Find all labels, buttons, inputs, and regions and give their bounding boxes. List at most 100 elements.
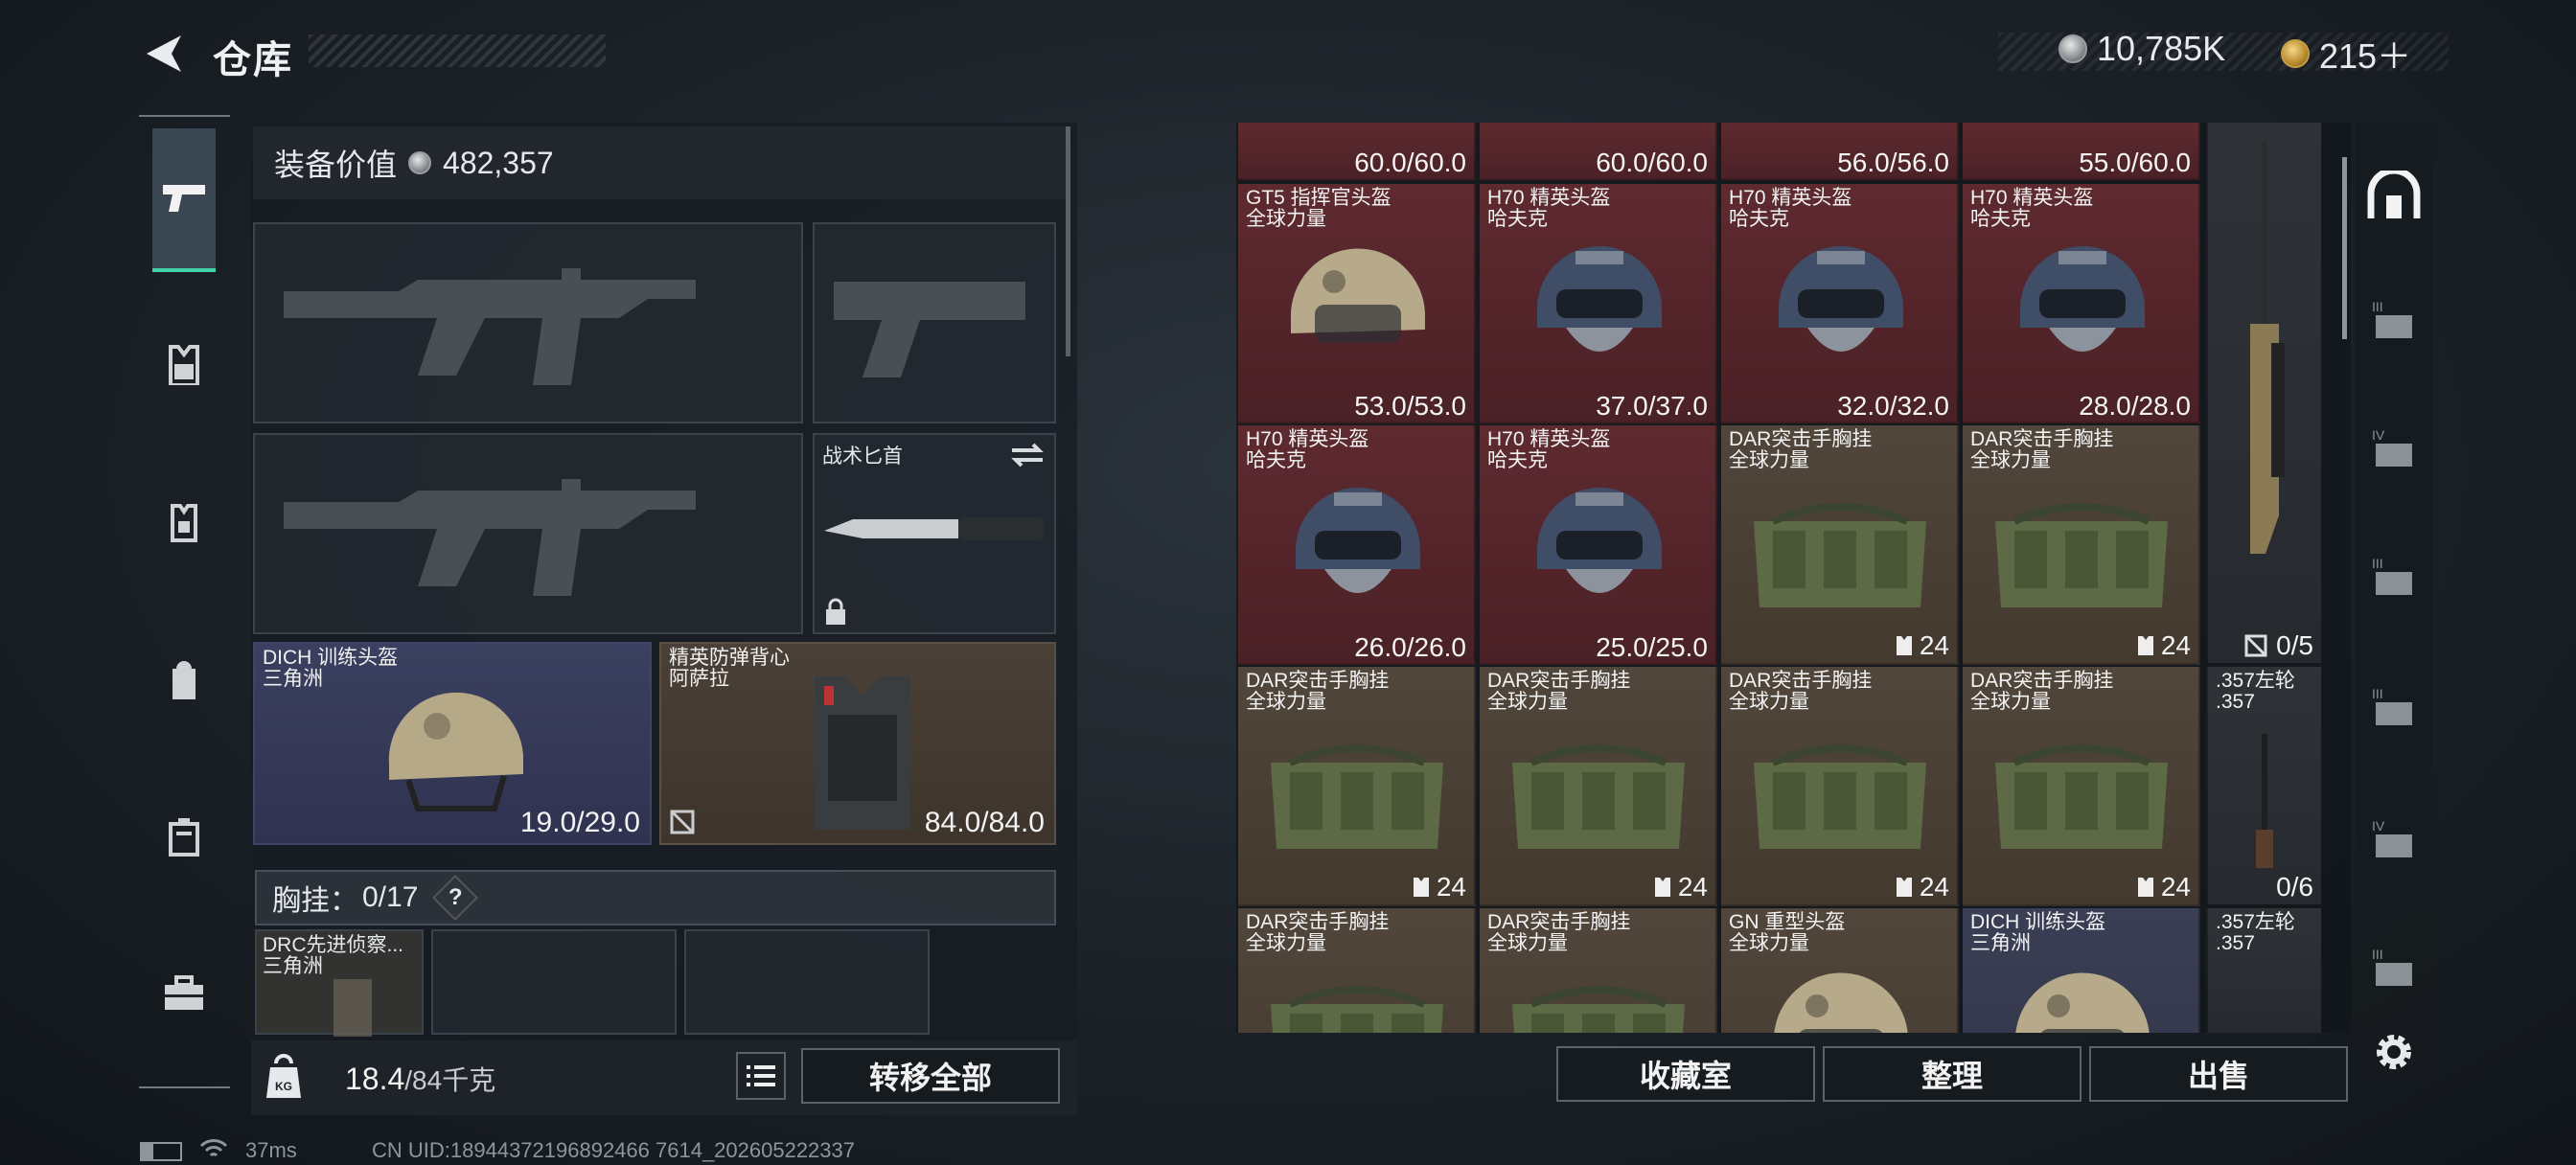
tab-all-storage[interactable] bbox=[2367, 169, 2421, 222]
item-durability: 28.0/28.0 bbox=[2079, 391, 2191, 421]
inventory-cell[interactable]: DAR突击手胸挂 全球力量 24 bbox=[1963, 425, 2200, 665]
help-icon[interactable]: ? bbox=[432, 874, 479, 922]
case-tab-icon: III bbox=[2372, 556, 2412, 595]
case-tab-icon: III bbox=[2372, 686, 2412, 725]
weapon-cell-sniper[interactable]: 0/5 bbox=[2206, 123, 2321, 663]
toolbox-icon bbox=[165, 975, 203, 1010]
inventory-scrollbar[interactable] bbox=[2342, 157, 2347, 339]
item-thumbnail bbox=[1518, 464, 1681, 631]
navy-helmet-icon bbox=[1537, 246, 1662, 352]
tab-storage-7[interactable]: IV bbox=[2367, 812, 2421, 866]
item-capacity: 24 bbox=[2136, 630, 2191, 661]
inventory-cell[interactable]: DAR突击手胸挂 全球力量 24 bbox=[1721, 425, 1959, 665]
gold-currency[interactable]: 215＋ bbox=[2281, 29, 2411, 79]
item-thumbnail bbox=[1760, 222, 1922, 390]
inventory-cell[interactable]: 60.0/60.0 bbox=[1480, 123, 1717, 180]
armor-slot[interactable]: 精英防弹背心 阿萨拉 84.0/84.0 bbox=[659, 642, 1056, 845]
inventory-cell[interactable]: DICH 训练头盔 三角洲 bbox=[1963, 908, 2200, 1033]
tab-storage-6[interactable]: III bbox=[2367, 680, 2421, 734]
svg-text:IV: IV bbox=[2372, 427, 2385, 443]
back-button[interactable] bbox=[134, 27, 192, 80]
nav-backpack[interactable] bbox=[152, 650, 216, 713]
inventory-cell[interactable]: GN 重型头盔 全球力量 bbox=[1721, 908, 1959, 1033]
pistol-icon bbox=[163, 185, 205, 212]
swap-icon[interactable] bbox=[1010, 441, 1045, 469]
weapon-name: .357左轮 .357 bbox=[2216, 911, 2295, 954]
nav-chest-rig[interactable] bbox=[152, 333, 216, 397]
inventory-cell[interactable]: DAR突击手胸挂 全球力量 bbox=[1238, 908, 1476, 1033]
inventory-cell[interactable]: 56.0/56.0 bbox=[1721, 123, 1959, 180]
item-thumbnail bbox=[1503, 734, 1694, 863]
transfer-all-button[interactable]: 转移全部 bbox=[801, 1048, 1060, 1104]
tab-storage-3[interactable]: III bbox=[2367, 293, 2421, 347]
nav-container[interactable] bbox=[152, 805, 216, 868]
inventory-cell[interactable]: 60.0/60.0 bbox=[1238, 123, 1476, 180]
tab-storage-5[interactable]: III bbox=[2367, 550, 2421, 604]
secondary-weapon-slot[interactable] bbox=[253, 433, 803, 634]
nav-armor[interactable] bbox=[152, 491, 216, 554]
inventory-cell[interactable]: H70 精英头盔 哈夫克 28.0/28.0 bbox=[1963, 184, 2200, 423]
item-thumbnail bbox=[1744, 492, 1936, 622]
item-thumbnail bbox=[1518, 222, 1681, 390]
inventory-cell[interactable]: DAR突击手胸挂 全球力量 bbox=[1480, 908, 1717, 1033]
nav-toolbox[interactable] bbox=[152, 962, 216, 1025]
chest-rig-small-icon bbox=[1896, 878, 1912, 897]
chest-rig-small-icon bbox=[2137, 878, 2153, 897]
nav-weapons[interactable] bbox=[152, 128, 216, 272]
item-thumbnail bbox=[1261, 734, 1453, 863]
collection-button[interactable]: 收藏室 bbox=[1556, 1046, 1815, 1102]
silver-currency[interactable]: 10,785K bbox=[2058, 29, 2225, 69]
gear-icon bbox=[2377, 1035, 2411, 1069]
page-title: 仓库 bbox=[213, 39, 293, 81]
inventory-cell[interactable]: DAR突击手胸挂 全球力量 24 bbox=[1238, 667, 1476, 906]
weapon-ammo: 0/5 bbox=[2243, 630, 2313, 661]
inventory-cell[interactable]: H70 精英头盔 哈夫克 32.0/32.0 bbox=[1721, 184, 1959, 423]
lock-icon bbox=[826, 598, 845, 625]
silver-coin-icon bbox=[408, 151, 432, 174]
item-thumbnail bbox=[1760, 947, 1922, 1033]
chest-rig-icon bbox=[1995, 503, 2168, 607]
navy-helmet-icon bbox=[1296, 488, 1420, 593]
inventory-cell[interactable]: DAR突击手胸挂 全球力量 24 bbox=[1721, 667, 1959, 906]
chest-rig-small-icon bbox=[1654, 878, 1670, 897]
uid-readout: CN UID:18944372196892466 7614_2026052223… bbox=[372, 1138, 856, 1162]
item-name: DAR突击手胸挂 全球力量 bbox=[1487, 670, 1631, 713]
armor-name: 精英防弹背心 阿萨拉 bbox=[669, 647, 790, 690]
tab-storage-8[interactable]: III bbox=[2367, 941, 2421, 994]
inventory-cell[interactable]: H70 精英头盔 哈夫克 25.0/25.0 bbox=[1480, 425, 1717, 665]
chest-rig-empty-slot[interactable] bbox=[431, 929, 677, 1035]
tab-storage-4[interactable]: IV bbox=[2367, 422, 2421, 475]
tan-helmet-icon bbox=[1290, 248, 1425, 343]
sell-button[interactable]: 出售 bbox=[2089, 1046, 2348, 1102]
svg-text:III: III bbox=[2372, 947, 2383, 962]
inventory-cell[interactable]: DAR突击手胸挂 全球力量 24 bbox=[1480, 667, 1717, 906]
inventory-cell[interactable]: GT5 指挥官头盔 全球力量 53.0/53.0 bbox=[1238, 184, 1476, 423]
inventory-cell[interactable]: H70 精英头盔 哈夫克 26.0/26.0 bbox=[1238, 425, 1476, 665]
chest-rig-icon bbox=[1995, 744, 2168, 849]
helmet-slot[interactable]: DICH 训练头盔 三角洲 19.0/29.0 bbox=[253, 642, 652, 845]
settings-button[interactable] bbox=[2367, 1025, 2421, 1079]
chest-rig-icon bbox=[1271, 744, 1443, 849]
inventory-cell[interactable]: H70 精英头盔 哈夫克 37.0/37.0 bbox=[1480, 184, 1717, 423]
case-tab-icon: III bbox=[2372, 299, 2412, 338]
pistol-slot[interactable] bbox=[813, 222, 1056, 423]
organize-button[interactable]: 整理 bbox=[1823, 1046, 2082, 1102]
chest-rig-header: 胸挂： 0/17 ? bbox=[255, 870, 1056, 925]
list-view-button[interactable] bbox=[736, 1052, 786, 1100]
item-durability: 32.0/32.0 bbox=[1837, 391, 1949, 421]
inventory-cell[interactable]: 55.0/60.0 bbox=[1963, 123, 2200, 180]
knife-slot[interactable]: 战术匕首 bbox=[813, 433, 1056, 634]
equipment-scrollbar[interactable] bbox=[1066, 126, 1070, 356]
case-tab-icon: III bbox=[2372, 947, 2412, 986]
item-name: DAR突击手胸挂 全球力量 bbox=[1487, 911, 1631, 954]
primary-weapon-slot[interactable] bbox=[253, 222, 803, 423]
inventory-cell[interactable]: DAR突击手胸挂 全球力量 24 bbox=[1963, 667, 2200, 906]
chest-rig-item[interactable]: DRC先进侦察... 三角洲 bbox=[255, 929, 424, 1037]
title-decoration bbox=[309, 34, 606, 67]
chest-rig-empty-slot[interactable] bbox=[684, 929, 930, 1035]
weapon-cell-revolver[interactable]: .357左轮 .357 bbox=[2206, 908, 2321, 1033]
weapon-cell-revolver[interactable]: .357左轮 .357 0/6 bbox=[2206, 667, 2321, 904]
chest-rig-icon bbox=[1754, 503, 1926, 607]
weapon-name: .357左轮 .357 bbox=[2216, 670, 2295, 713]
no-repair-icon bbox=[2244, 634, 2267, 657]
